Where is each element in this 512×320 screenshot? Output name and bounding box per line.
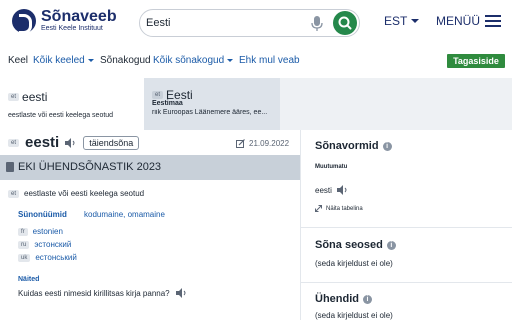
translation-row: ru эстонский (18, 240, 71, 249)
language-tag: et (8, 189, 20, 198)
collections-filter-dropdown[interactable]: Kõik sõnakogud (153, 55, 234, 66)
speaker-icon[interactable] (175, 288, 188, 298)
search-input[interactable] (146, 15, 306, 31)
info-icon[interactable]: i (363, 294, 372, 304)
relations-title: Sõna seosed (315, 239, 383, 251)
feedback-button[interactable]: Tagasiside (447, 54, 505, 68)
result-subtitle: Eestimaa (152, 100, 183, 107)
collections-filter-label: Sõnakogud (100, 55, 151, 66)
synonyms-label: Sünonüümid (18, 210, 67, 219)
speaker-icon[interactable] (336, 185, 349, 195)
chevron-down-icon (411, 19, 420, 23)
search-box (139, 9, 360, 37)
filter-bar: Keel Kõik keeled Sõnakogud Kõik sõnakogu… (0, 52, 512, 70)
chevron-down-icon (87, 59, 94, 62)
language-tag: et (152, 91, 164, 99)
speaker-icon[interactable] (65, 137, 77, 148)
result-card[interactable]: et eesti eestlaste või eesti keelega seo… (0, 78, 144, 130)
translation-link[interactable]: естонський (35, 253, 77, 262)
word-forms-title: Sõnavormid (315, 140, 379, 152)
language-filter-dropdown[interactable]: Kõik keeled (33, 55, 94, 66)
example-text: Kuidas eesti nimesid kirillitsas kirja p… (18, 288, 170, 298)
book-icon (6, 162, 14, 172)
entry-date: 21.09.2022 (236, 139, 289, 148)
language-tag: ru (18, 240, 30, 249)
language-tag: et (8, 138, 20, 147)
example: Kuidas eesti nimesid kirillitsas kirja p… (18, 288, 188, 298)
language-selector[interactable]: EST (384, 14, 420, 28)
info-icon[interactable]: i (382, 141, 392, 151)
header: Sõnaveeb Eesti Keele Instituut EST MENÜÜ (0, 0, 512, 44)
side-panel: Sõnavormid i Muutumatu eesti Näita tabel… (300, 130, 512, 320)
entry-date-value: 21.09.2022 (249, 139, 290, 148)
language-filter-label: Keel (8, 55, 29, 66)
translation-row: uk естонський (18, 253, 77, 262)
relations-note: (seda kirjeldust ei ole) (315, 259, 393, 268)
logo-icon (12, 9, 36, 34)
synonyms-links[interactable]: kodumaine, omamaine (84, 210, 165, 219)
show-table-link[interactable]: Näita tabelina (315, 205, 363, 212)
hamburger-icon (485, 15, 501, 27)
word-form: eesti (315, 185, 349, 195)
language-tag: et (8, 93, 20, 101)
sense: et eestlaste või eesti keelega seotud (8, 189, 144, 198)
show-table-label: Näita tabelina (326, 205, 363, 212)
compounds-box: Ühendid i (seda kirjeldust ei ole) (301, 283, 512, 320)
part-of-speech-badge: täiendsõna (83, 135, 140, 150)
menu-label: MENÜÜ (436, 14, 480, 28)
dictionary-header[interactable]: EKI ÜHENDSÕNASTIK 2023 (0, 155, 300, 180)
expand-icon (315, 205, 322, 212)
compounds-note: (seda kirjeldust ei ole) (315, 311, 393, 320)
compounds-title: Ühendid (315, 293, 359, 305)
microphone-icon[interactable] (310, 15, 324, 32)
edit-icon (236, 139, 245, 148)
language-label: EST (384, 14, 408, 28)
results-bar: et eesti eestlaste või eesti keelega seo… (0, 78, 512, 130)
word-form-value: eesti (315, 185, 332, 195)
language-filter-value: Kõik keeled (33, 55, 85, 66)
collections-filter-value: Kõik sõnakogud (153, 55, 225, 66)
menu-button[interactable]: MENÜÜ (436, 14, 501, 28)
relations-box: Sõna seosed i (seda kirjeldust ei ole) (301, 228, 512, 283)
logo[interactable]: Sõnaveeb Eesti Keele Instituut (12, 8, 117, 34)
translation-link[interactable]: эстонский (34, 240, 71, 249)
translation-link[interactable]: estonien (33, 227, 63, 236)
result-description: eestlaste või eesti keelega seotud (8, 112, 114, 119)
logo-subtitle: Eesti Keele Instituut (41, 25, 103, 32)
sense-definition: eestlaste või eesti keelega seotud (24, 189, 145, 198)
lucky-link[interactable]: Ehk mul veab (239, 55, 300, 66)
result-card[interactable]: et Eesti Eestimaa riik Euroopas Läänemer… (144, 78, 280, 130)
dictionary-title: EKI ÜHENDSÕNASTIK 2023 (18, 161, 162, 173)
info-icon[interactable]: i (386, 240, 396, 250)
logo-title: Sõnaveeb (41, 8, 117, 25)
word-forms-type: Muutumatu (315, 164, 348, 170)
search-icon (338, 16, 352, 30)
word-forms-box: Sõnavormid i Muutumatu eesti Näita tabel… (301, 130, 512, 228)
chevron-down-icon (227, 59, 234, 62)
search-button[interactable] (333, 11, 357, 35)
examples-label: Näited (18, 276, 40, 283)
result-word: eesti (22, 90, 48, 104)
language-tag: uk (18, 253, 31, 262)
entry-word: eesti (25, 134, 60, 151)
result-description: riik Euroopas Läänemere ääres, ee... (152, 109, 268, 116)
translation-row: fr estonien (18, 227, 63, 236)
language-tag: fr (18, 227, 28, 236)
